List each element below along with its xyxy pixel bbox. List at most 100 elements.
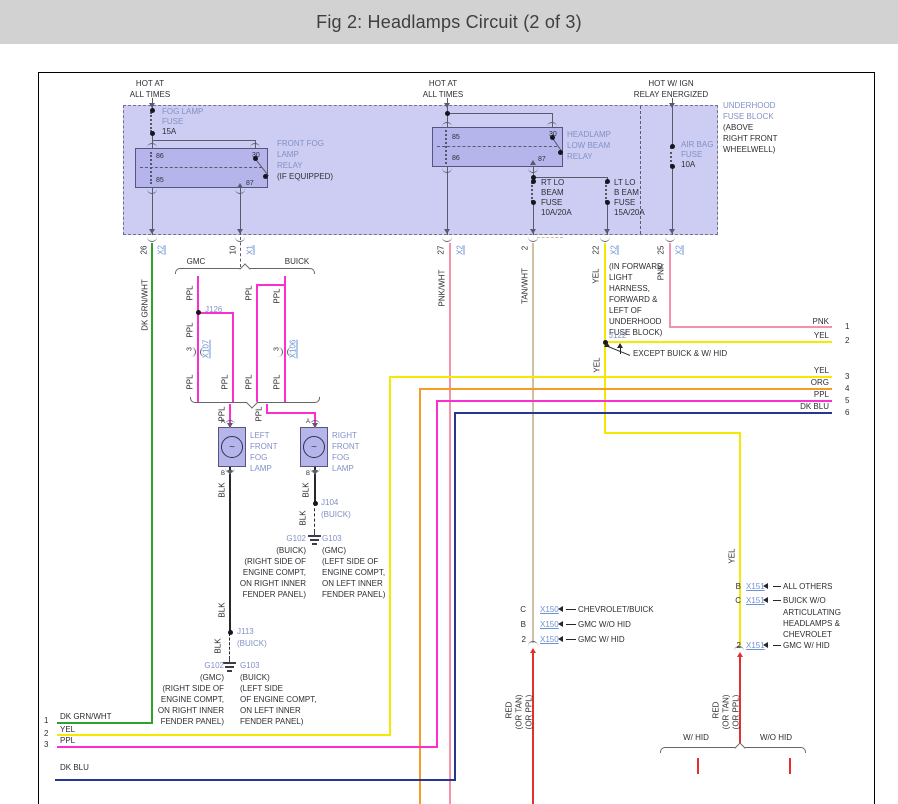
text-label: ENGINE COMPT, <box>242 568 306 577</box>
text-label: PPL <box>60 736 76 745</box>
text-label: PPL <box>272 288 282 304</box>
figure-title-bar: Fig 2: Headlamps Circuit (2 of 3) <box>0 0 898 44</box>
connector-link[interactable]: X150 <box>540 635 559 644</box>
text-label: DK GRN/WHT <box>140 279 150 331</box>
text-label: (RIGHT SIDE OF <box>162 684 224 693</box>
text-label[interactable]: X107 <box>202 340 211 359</box>
junction-dot <box>196 310 201 315</box>
text-label: ALL TIMES <box>422 90 464 99</box>
text-label: (RIGHT SIDE OF <box>244 557 306 566</box>
text-label: GMC W/O HID <box>578 620 631 629</box>
arrowhead <box>617 343 623 348</box>
text-label: 22 <box>591 245 601 255</box>
connector-link[interactable]: X151 <box>746 641 765 650</box>
text-label: ON LEFT INNER <box>322 579 383 588</box>
text-label: TAN/WHT <box>520 268 530 304</box>
text-label: B EAM <box>614 188 639 197</box>
wire-segment <box>197 276 199 314</box>
ground-symbol-line <box>222 662 236 664</box>
arrowhead <box>237 229 243 234</box>
connector-link[interactable]: X151 <box>746 582 765 591</box>
text-label: CHEVROLET <box>783 630 832 639</box>
wire-segment <box>537 237 563 238</box>
text-label: W/ HID <box>683 733 709 742</box>
wire-segment <box>669 243 671 328</box>
wire-segment <box>57 746 438 748</box>
junction-dot <box>531 200 536 205</box>
connector-link[interactable]: X150 <box>540 605 559 614</box>
splice-id: J126 <box>205 305 223 314</box>
text-label: BLK <box>298 510 308 526</box>
bulb-icon: ~ <box>303 436 325 458</box>
text-label: (BUICK) <box>237 639 267 648</box>
text-label: (IN FORWARD <box>609 262 663 271</box>
wire-segment <box>419 388 832 390</box>
text-label[interactable]: X106 <box>289 340 298 359</box>
wire-segment <box>55 779 456 781</box>
wire-segment <box>697 758 699 774</box>
wire-segment <box>566 624 576 625</box>
text-label: (OR TAN) <box>514 694 524 730</box>
text-label: ARTICULATING <box>783 608 841 617</box>
text-label: ENGINE COMPT, <box>160 695 224 704</box>
connector-link[interactable]: X150 <box>540 620 559 629</box>
arrowhead <box>669 103 675 108</box>
connector-mark <box>147 237 157 242</box>
text-label: BUICK W/O <box>783 596 826 605</box>
ground-id: G102 <box>204 661 224 670</box>
text-label: (LEFT SIDE <box>240 684 283 693</box>
text-label: GMC W/ HID <box>783 641 830 650</box>
arrowhead <box>530 648 536 653</box>
text-label: 86 <box>156 153 164 160</box>
wire-segment <box>566 609 576 610</box>
text-label: LIGHT <box>609 273 633 282</box>
text-label: (ABOVE <box>723 123 754 132</box>
text-label: FUSE <box>614 198 636 207</box>
text-label: (LEFT SIDE OF <box>322 557 379 566</box>
text-label: WHEELWELL) <box>723 145 776 154</box>
text-label: 3 <box>845 372 850 381</box>
connector-link[interactable]: X151 <box>746 596 765 605</box>
text-label: YEL <box>813 331 829 340</box>
text-label[interactable]: X2 <box>675 245 684 255</box>
text-label: PPL <box>813 390 829 399</box>
text-label[interactable]: X2 <box>157 245 166 255</box>
text-label: PPL <box>244 285 254 301</box>
ground-id: G103 <box>240 661 260 670</box>
text-label: 30 <box>252 152 260 159</box>
wire-segment <box>773 645 781 646</box>
text-label: HEADLAMPS & <box>783 619 840 628</box>
text-label[interactable]: X2 <box>456 245 465 255</box>
text-label: (BUICK) <box>321 510 351 519</box>
text-label: FORWARD & <box>609 295 658 304</box>
wire-segment <box>604 341 832 343</box>
text-label: 3 <box>273 347 281 351</box>
text-label: FENDER PANEL) <box>322 590 386 599</box>
wire-segment <box>454 412 832 414</box>
ground-symbol-line <box>307 535 321 537</box>
text-label: B <box>735 582 741 591</box>
text-label: RELAY <box>567 152 593 161</box>
junction-dot <box>670 164 675 169</box>
text-label: 10A <box>681 160 696 169</box>
text-label: YEL <box>813 366 829 375</box>
text-label: FUSE <box>681 150 703 159</box>
text-label: W/O HID <box>760 733 792 742</box>
text-label[interactable]: X2 <box>610 245 619 255</box>
wire-segment <box>314 503 315 532</box>
text-label: (OR PPL) <box>731 694 741 730</box>
text-label: 27 <box>436 245 446 255</box>
junction-dot <box>531 179 536 184</box>
arrowhead <box>737 652 743 657</box>
connector-mark <box>528 237 538 242</box>
text-label[interactable]: X1 <box>246 245 255 255</box>
text-label: DK BLU <box>800 402 829 411</box>
junction-dot <box>445 111 450 116</box>
text-label: 4 <box>845 384 850 393</box>
text-label: BLK <box>217 482 227 498</box>
wire-segment <box>449 243 451 804</box>
text-label: (BUICK) <box>240 673 270 682</box>
text-label: B <box>306 471 311 477</box>
wire-segment <box>284 284 286 402</box>
text-label: FRONT <box>250 442 278 451</box>
